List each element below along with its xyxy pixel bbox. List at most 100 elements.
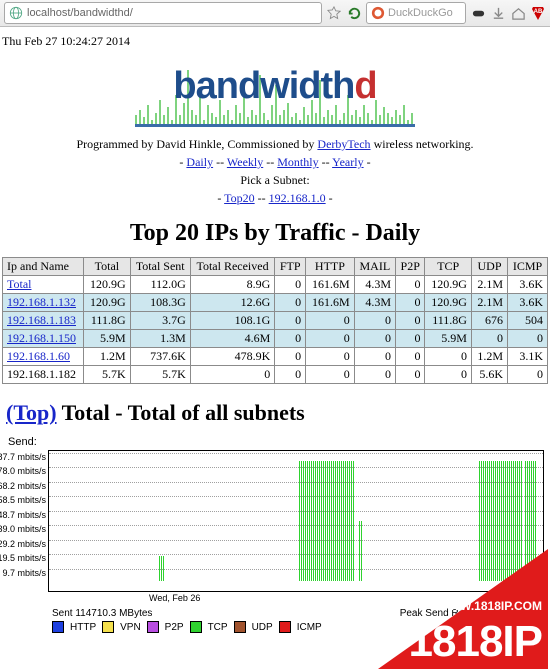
data-cell: 478.9K	[190, 348, 274, 366]
ip-link[interactable]: 192.168.1.132	[7, 295, 76, 309]
page-content: Thu Feb 27 10:24:27 2014 bandwidthd Prog…	[0, 27, 550, 639]
data-cell: 0	[395, 348, 425, 366]
graph-footer: Sent 114710.3 MBytes Peak Send Rate: 92.…	[52, 608, 544, 633]
data-cell: 676	[471, 312, 507, 330]
legend-label: VPN	[120, 622, 141, 633]
data-cell: 0	[471, 330, 507, 348]
ip-link[interactable]: Total	[7, 277, 32, 291]
data-cell: 0	[354, 330, 395, 348]
derbytech-link[interactable]: DerbyTech	[317, 137, 370, 151]
nav-weekly[interactable]: Weekly	[227, 155, 263, 169]
col-header: Total	[84, 258, 130, 276]
ip-link[interactable]: 192.168.1.60	[7, 349, 70, 363]
duckduckgo-icon	[371, 6, 385, 20]
data-cell: 120.9G	[84, 294, 130, 312]
data-cell: 0	[395, 312, 425, 330]
url-bar[interactable]: localhost/bandwidthd/	[4, 2, 322, 24]
y-tick: 68.2 mbits/s	[0, 481, 46, 491]
svg-text:AB: AB	[534, 9, 543, 15]
send-graph: Wed, Feb 26	[48, 450, 544, 592]
data-cell: 0	[354, 348, 395, 366]
data-cell: 0	[306, 330, 355, 348]
data-cell: 120.9G	[425, 294, 471, 312]
abp-icon[interactable]: AB	[530, 5, 546, 21]
ip-link[interactable]: 192.168.1.150	[7, 331, 76, 345]
controller-icon[interactable]	[470, 5, 486, 21]
subnet-ip-link[interactable]: 192.168.1.0	[269, 191, 326, 205]
table-row: 192.168.1.132120.9G108.3G12.6G0161.6M4.3…	[3, 294, 548, 312]
legend-label: TCP	[208, 622, 228, 633]
y-tick: 87.7 mbits/s	[0, 452, 46, 462]
url-text: localhost/bandwidthd/	[27, 7, 133, 19]
subnet-nav: - Top20 -- 192.168.1.0 -	[2, 191, 548, 206]
bandwidthd-logo: bandwidthd	[135, 59, 415, 129]
y-tick: 9.7 mbits/s	[2, 568, 46, 578]
nav-monthly[interactable]: Monthly	[277, 155, 318, 169]
data-cell: 108.3G	[130, 294, 190, 312]
search-placeholder: DuckDuckGo	[388, 7, 453, 19]
period-nav: - Daily -- Weekly -- Monthly -- Yearly -	[2, 155, 548, 170]
data-cell: 0	[425, 348, 471, 366]
data-cell: 0	[425, 366, 471, 384]
data-cell: 112.0G	[130, 276, 190, 294]
legend-swatch	[147, 621, 159, 633]
data-cell: 8.9G	[190, 276, 274, 294]
ip-link[interactable]: 192.168.1.183	[7, 313, 76, 327]
col-header: MAIL	[354, 258, 395, 276]
col-header: Total Received	[190, 258, 274, 276]
data-cell: 3.6K	[508, 276, 548, 294]
data-cell: 5.9M	[84, 330, 130, 348]
col-header: UDP	[471, 258, 507, 276]
data-cell: 0	[275, 348, 306, 366]
data-cell: 111.8G	[84, 312, 130, 330]
table-row: Total120.9G112.0G8.9G0161.6M4.3M0120.9G2…	[3, 276, 548, 294]
bookmark-star-icon[interactable]	[326, 5, 342, 21]
data-cell: 0	[395, 330, 425, 348]
data-cell: 5.7K	[130, 366, 190, 384]
nav-yearly[interactable]: Yearly	[332, 155, 363, 169]
data-cell: 4.3M	[354, 294, 395, 312]
data-cell: 161.6M	[306, 276, 355, 294]
data-cell: 0	[275, 294, 306, 312]
top-anchor-link[interactable]: (Top)	[6, 400, 57, 425]
data-cell: 2.1M	[471, 276, 507, 294]
y-tick: 48.7 mbits/s	[0, 510, 46, 520]
y-tick: 58.5 mbits/s	[0, 495, 46, 505]
globe-icon	[9, 6, 23, 20]
data-cell: 0	[508, 330, 548, 348]
data-cell: 0	[306, 312, 355, 330]
search-bar[interactable]: DuckDuckGo	[366, 2, 466, 24]
home-icon[interactable]	[510, 5, 526, 21]
data-cell: 1.2M	[471, 348, 507, 366]
legend-swatch	[234, 621, 246, 633]
y-tick: 29.2 mbits/s	[0, 539, 46, 549]
legend-swatch	[102, 621, 114, 633]
data-cell: 3.1K	[508, 348, 548, 366]
data-cell: 0	[395, 294, 425, 312]
data-cell: 0	[275, 366, 306, 384]
ip-cell: Total	[3, 276, 84, 294]
data-cell: 0	[354, 312, 395, 330]
data-cell: 0	[275, 330, 306, 348]
subnet-top20-link[interactable]: Top20	[224, 191, 255, 205]
page-timestamp: Thu Feb 27 10:24:27 2014	[2, 34, 548, 49]
y-tick: 19.5 mbits/s	[0, 553, 46, 563]
legend-label: UDP	[252, 622, 273, 633]
reload-icon[interactable]	[346, 5, 362, 21]
page-title: Top 20 IPs by Traffic - Daily	[2, 220, 548, 247]
y-tick: 78.0 mbits/s	[0, 466, 46, 476]
legend-swatch	[52, 621, 64, 633]
data-cell: 504	[508, 312, 548, 330]
graph-legend: HTTPVPNP2PTCPUDPICMP	[52, 621, 544, 633]
download-icon[interactable]	[490, 5, 506, 21]
ip-cell: 192.168.1.183	[3, 312, 84, 330]
subnet-label: Pick a Subnet:	[2, 173, 548, 188]
credits-line: Programmed by David Hinkle, Commissioned…	[2, 137, 548, 152]
data-cell: 2.1M	[471, 294, 507, 312]
data-cell: 108.1G	[190, 312, 274, 330]
data-cell: 0	[275, 276, 306, 294]
nav-daily[interactable]: Daily	[186, 155, 213, 169]
data-cell: 0	[508, 366, 548, 384]
data-cell: 1.2M	[84, 348, 130, 366]
data-cell: 3.6K	[508, 294, 548, 312]
